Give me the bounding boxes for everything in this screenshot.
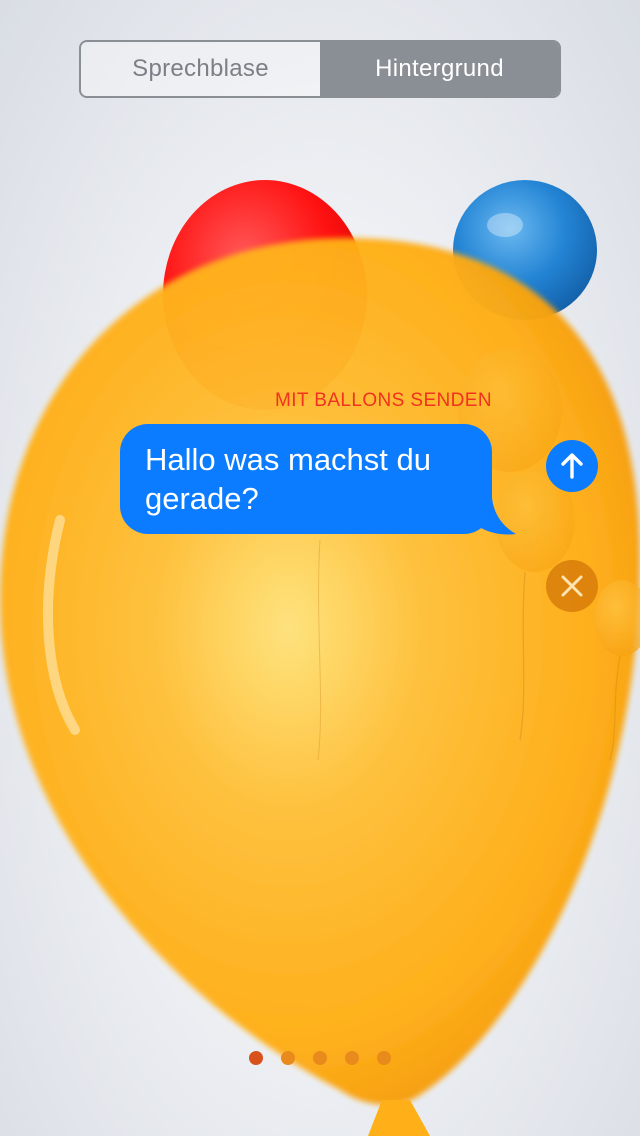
page-dot-3[interactable] [313, 1051, 327, 1065]
balloons-background [0, 0, 640, 1136]
page-dot-2[interactable] [281, 1051, 295, 1065]
page-dot-5[interactable] [377, 1051, 391, 1065]
arrow-up-icon [561, 453, 583, 479]
message-text-line-1: Hallo was machst du [145, 442, 432, 477]
page-dot-1[interactable] [249, 1051, 263, 1065]
message-bubble: Hallo was machst du gerade? [120, 424, 492, 534]
close-icon [561, 575, 583, 597]
effect-name-label: MIT BALLONS SENDEN [275, 390, 492, 411]
segment-bubble[interactable]: Sprechblase [81, 42, 320, 96]
cancel-button[interactable] [546, 560, 598, 612]
page-dot-4[interactable] [345, 1051, 359, 1065]
segment-background[interactable]: Hintergrund [320, 42, 559, 96]
send-button[interactable] [546, 440, 598, 492]
message-text-line-2: gerade? [145, 481, 259, 516]
page-indicator[interactable] [249, 1051, 391, 1065]
effect-type-segmented-control: Sprechblase Hintergrund [79, 40, 561, 98]
